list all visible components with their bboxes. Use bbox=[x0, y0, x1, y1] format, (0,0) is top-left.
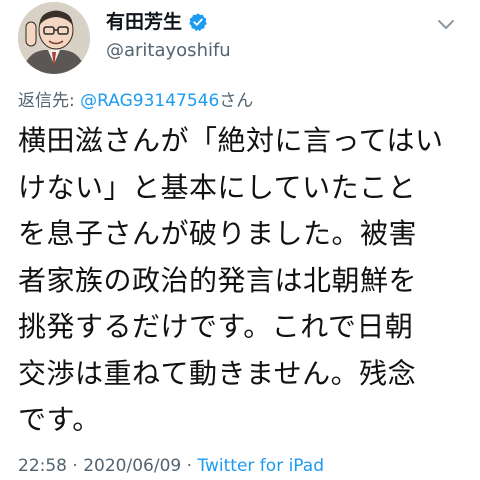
tweet-time[interactable]: 22:58 bbox=[18, 456, 67, 476]
caricature-avatar-icon bbox=[18, 2, 90, 74]
tweet-text-line: です。 bbox=[18, 403, 101, 436]
tweet-text-line: を息子さんが破りました。被害 bbox=[18, 217, 418, 250]
tweet-source-link[interactable]: Twitter for iPad bbox=[197, 456, 324, 476]
display-name-row: 有田芳生 bbox=[106, 10, 231, 34]
author-names: 有田芳生 @aritayoshifu bbox=[106, 10, 231, 62]
tweet-text-line: 交渉は重ねて動きません。残念 bbox=[18, 356, 417, 390]
meta-separator: · bbox=[67, 456, 84, 476]
display-name[interactable]: 有田芳生 bbox=[106, 10, 182, 34]
tweet: 有田芳生 @aritayoshifu 返信先: @RAG93147546さん 横… bbox=[0, 0, 480, 480]
tweet-header: 有田芳生 @aritayoshifu bbox=[18, 2, 458, 78]
reply-prefix: 返信先: bbox=[18, 91, 75, 111]
author-handle[interactable]: @aritayoshifu bbox=[106, 40, 231, 62]
verified-badge-icon bbox=[189, 13, 207, 32]
tweet-meta: 22:58 · 2020/06/09 · Twitter for iPad bbox=[18, 455, 324, 477]
tweet-text-line: けない」と基本にしていたこと bbox=[18, 170, 417, 204]
reply-suffix: さん bbox=[219, 91, 254, 111]
meta-separator: · bbox=[181, 456, 198, 476]
avatar[interactable] bbox=[18, 2, 90, 74]
tweet-date[interactable]: 2020/06/09 bbox=[83, 456, 181, 476]
tweet-text-line: 挑発するだけです。これで日朝 bbox=[18, 310, 414, 343]
reply-context: 返信先: @RAG93147546さん bbox=[18, 90, 253, 112]
reply-handle-link[interactable]: @RAG93147546 bbox=[80, 91, 219, 111]
tweet-text-line: 横田滋さんが「絶対に言ってはい bbox=[18, 124, 444, 157]
tweet-text: 横田滋さんが「絶対に言ってはい けない」と基本にしていたこと を息子さんが破りま… bbox=[18, 118, 470, 444]
chevron-down-icon[interactable] bbox=[434, 12, 458, 36]
tweet-text-line: 者家族の政治的発言は北朝鮮を bbox=[18, 263, 418, 297]
